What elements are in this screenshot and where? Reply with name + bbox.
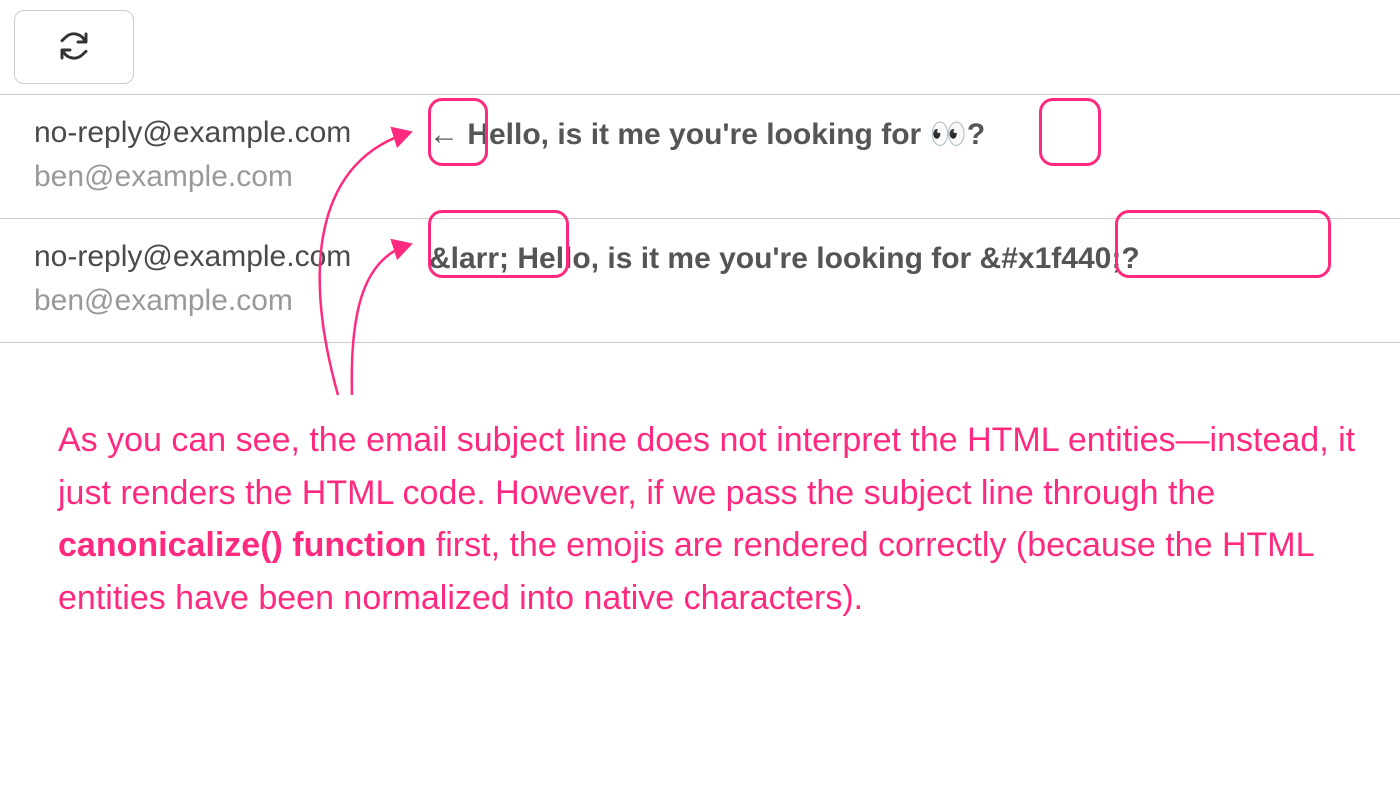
caption-text-pre: As you can see, the email subject line d… — [58, 421, 1355, 512]
email-from: no-reply@example.com — [34, 237, 429, 276]
email-sender-block: no-reply@example.com ben@example.com — [34, 113, 429, 198]
refresh-button[interactable] — [14, 10, 134, 84]
email-sender-block: no-reply@example.com ben@example.com — [34, 237, 429, 322]
email-subject: &larr; Hello, is it me you're looking fo… — [429, 237, 1140, 278]
email-from: no-reply@example.com — [34, 113, 429, 152]
annotation-caption: As you can see, the email subject line d… — [58, 414, 1358, 625]
email-row[interactable]: no-reply@example.com ben@example.com &la… — [0, 219, 1400, 343]
caption-text-bold: canonicalize() function — [58, 526, 426, 564]
refresh-icon — [58, 30, 90, 65]
email-row[interactable]: no-reply@example.com ben@example.com ← H… — [0, 95, 1400, 219]
email-list: no-reply@example.com ben@example.com ← H… — [0, 94, 1400, 343]
email-to: ben@example.com — [34, 280, 429, 322]
toolbar — [0, 0, 1400, 94]
caption-text-post: first, the emojis are rendered correctly… — [58, 526, 1313, 617]
email-subject: ← Hello, is it me you're looking for 👀? — [429, 113, 985, 154]
email-to: ben@example.com — [34, 156, 429, 198]
